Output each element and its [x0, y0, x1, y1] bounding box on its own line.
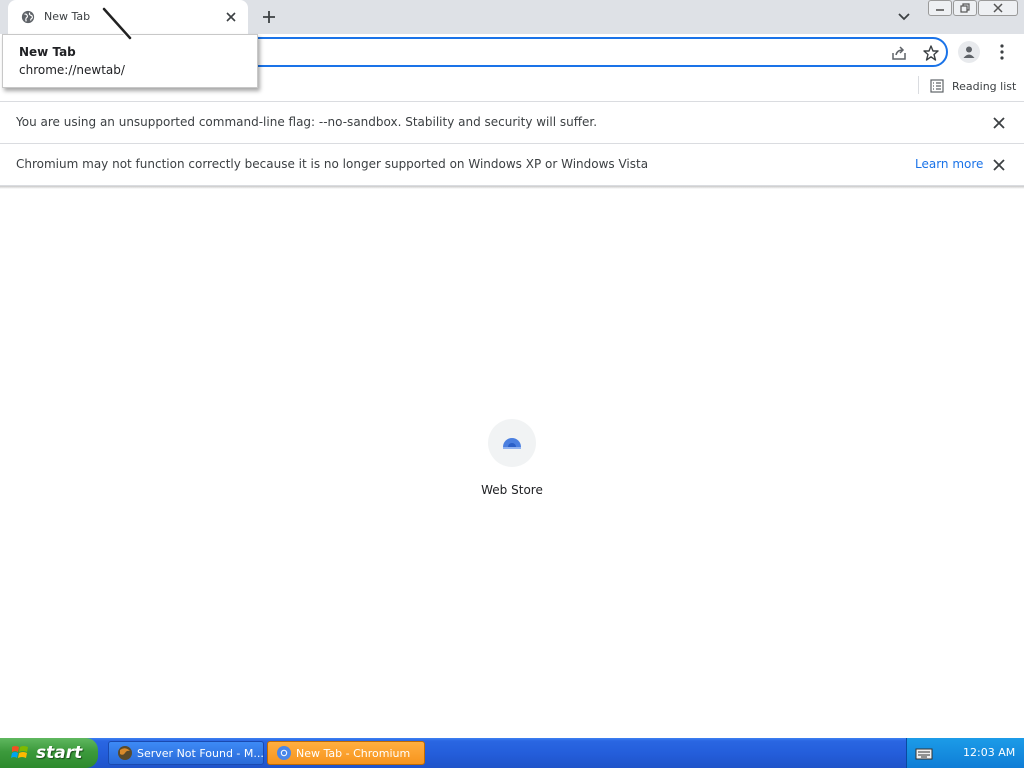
infobar-message: Chromium may not function correctly beca…	[16, 157, 649, 171]
reading-list-label: Reading list	[952, 79, 1017, 93]
system-tray: 12:03 AM	[906, 738, 1024, 768]
shortcut-label: Web Store	[481, 483, 543, 497]
infobar-no-sandbox: You are using an unsupported command-lin…	[0, 102, 1024, 144]
reading-list-button[interactable]: Reading list	[930, 77, 1016, 95]
kebab-menu-icon[interactable]	[994, 42, 1010, 62]
window-close-icon[interactable]	[978, 0, 1018, 16]
web-store-icon	[503, 438, 521, 449]
globe-icon	[21, 10, 35, 24]
taskbar: start Server Not Found - M... New Tab - …	[0, 738, 1024, 768]
bookmark-star-icon[interactable]	[922, 44, 940, 62]
keyboard-icon[interactable]	[915, 745, 933, 761]
share-icon[interactable]	[890, 44, 908, 62]
shortcut-web-store[interactable]: Web Store	[472, 415, 552, 505]
infobar-unsupported-os: Chromium may not function correctly beca…	[0, 144, 1024, 186]
shortcut-icon-circle	[488, 419, 536, 467]
new-tab-plus-icon[interactable]	[258, 6, 280, 28]
start-label: start	[36, 743, 83, 763]
profile-avatar-icon[interactable]	[958, 41, 980, 63]
clock: 12:03 AM	[963, 746, 1016, 759]
omnibox[interactable]	[200, 37, 948, 67]
chromium-icon	[277, 746, 291, 760]
chevron-down-icon[interactable]	[895, 8, 913, 26]
taskbar-item-label: Server Not Found - M...	[137, 746, 264, 760]
tab-hover-card: New Tab chrome://newtab/	[2, 34, 258, 88]
taskbar-item-label: New Tab - Chromium	[296, 746, 411, 760]
minimize-icon[interactable]	[928, 0, 952, 16]
mouse-cursor-icon	[101, 6, 133, 41]
firefox-icon	[118, 746, 132, 760]
windows-logo-icon	[11, 746, 28, 758]
learn-more-link[interactable]: Learn more	[915, 157, 983, 171]
content-shadow	[0, 186, 1024, 189]
restore-icon[interactable]	[953, 0, 977, 16]
bookmarks-separator	[918, 76, 919, 94]
start-button[interactable]: start	[0, 738, 98, 768]
tab-close-icon[interactable]	[222, 8, 240, 26]
infobar-close-icon[interactable]	[991, 115, 1007, 131]
taskbar-item-server-not-found[interactable]: Server Not Found - M...	[108, 741, 264, 765]
reading-list-icon	[930, 79, 944, 93]
infobar-message: You are using an unsupported command-lin…	[16, 115, 598, 129]
hover-card-url: chrome://newtab/	[19, 63, 125, 77]
tab-strip: New Tab	[0, 0, 1024, 34]
taskbar-item-new-tab-chromium[interactable]: New Tab - Chromium	[267, 741, 425, 765]
hover-card-title: New Tab	[19, 45, 76, 59]
tab-title: New Tab	[44, 10, 91, 23]
infobar-close-icon[interactable]	[991, 157, 1007, 173]
